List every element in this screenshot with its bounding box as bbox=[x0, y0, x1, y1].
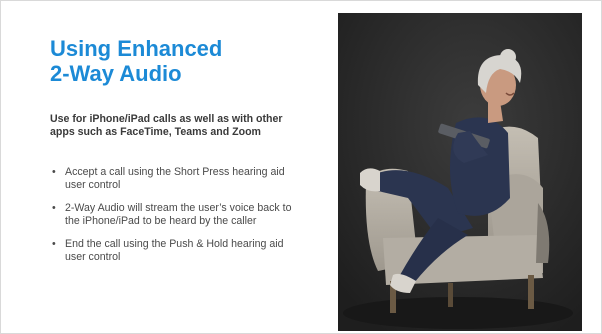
presentation-slide: Using Enhanced 2-Way Audio Use for iPhon… bbox=[0, 0, 602, 334]
bullet-text: Accept a call using the Short Press hear… bbox=[65, 166, 285, 191]
slide-subtitle: Use for iPhone/iPad calls as well as wit… bbox=[50, 113, 283, 138]
bullet-item-stream-voice: • 2-Way Audio will stream the user’s voi… bbox=[50, 202, 300, 228]
slide-title: Using Enhanced 2-Way Audio bbox=[50, 36, 223, 86]
photo-illustration bbox=[338, 13, 582, 331]
bullet-item-end-call: • End the call using the Push & Hold hea… bbox=[50, 238, 300, 264]
bullet-item-accept-call: • Accept a call using the Short Press he… bbox=[50, 166, 300, 192]
bullet-dot-icon: • bbox=[52, 166, 56, 178]
bullet-list: • Accept a call using the Short Press he… bbox=[50, 166, 300, 274]
bullet-dot-icon: • bbox=[52, 202, 56, 214]
bullet-text: End the call using the Push & Hold heari… bbox=[65, 238, 284, 263]
photo-woman-in-armchair bbox=[338, 13, 582, 331]
bullet-text: 2-Way Audio will stream the user’s voice… bbox=[65, 202, 292, 227]
bullet-dot-icon: • bbox=[52, 238, 56, 250]
